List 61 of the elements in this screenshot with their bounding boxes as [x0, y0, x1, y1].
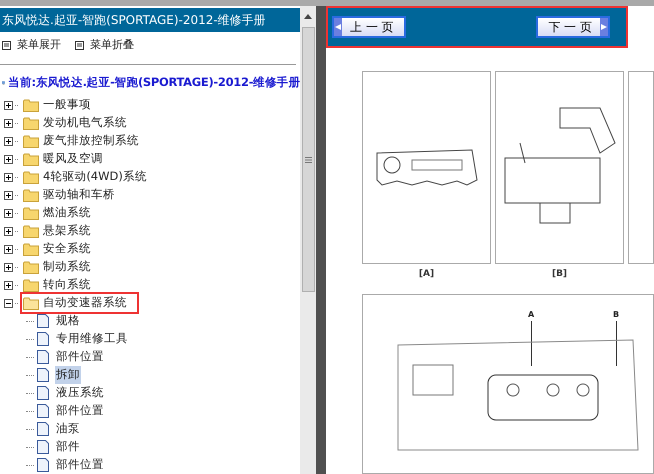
- document-icon: [37, 386, 49, 400]
- panel-title: 东风悦达.起亚-智跑(SPORTAGE)-2012-维修手册: [0, 8, 300, 32]
- figure-caption: [A]: [418, 268, 434, 281]
- folder-icon: [23, 116, 39, 130]
- tree-item[interactable]: 部件: [55, 438, 81, 456]
- tree-item[interactable]: 部件位置: [55, 348, 105, 366]
- tree-item[interactable]: 拆卸: [55, 366, 81, 384]
- scroll-up-icon[interactable]: [304, 14, 312, 19]
- document-icon: [37, 332, 49, 346]
- leader-line: [616, 320, 617, 366]
- folder-icon: [23, 98, 39, 112]
- folder-icon: [23, 224, 39, 238]
- expand-icon[interactable]: [4, 208, 13, 218]
- figure-caption: [B]: [552, 268, 568, 281]
- next-page-button[interactable]: 下 一 页: [536, 16, 610, 38]
- folder-icon: [23, 296, 39, 310]
- expand-icon[interactable]: [4, 118, 13, 128]
- collapse-icon[interactable]: [4, 298, 13, 308]
- expand-icon[interactable]: [4, 100, 13, 110]
- document-icon: [37, 422, 49, 436]
- folder-icon: [23, 260, 39, 274]
- tree-item[interactable]: 专用维修工具: [55, 330, 129, 348]
- expand-icon[interactable]: [4, 190, 13, 200]
- folder-icon: [23, 188, 39, 202]
- document-icon: [37, 314, 49, 328]
- document-icon: [37, 368, 49, 382]
- folder-icon: [23, 134, 39, 148]
- folder-icon: [23, 170, 39, 184]
- tree-item[interactable]: 油泵: [55, 420, 81, 438]
- menu-button[interactable]: 菜单折叠: [75, 36, 134, 54]
- expand-icon[interactable]: [4, 280, 13, 290]
- grip-icon: [304, 156, 312, 162]
- menu-button[interactable]: 菜单展开: [2, 36, 61, 54]
- expand-icon[interactable]: [4, 172, 13, 182]
- list-icon: [2, 40, 11, 50]
- callout-label: B: [613, 308, 620, 320]
- document-icon: [37, 350, 49, 364]
- folder-icon: [23, 278, 39, 292]
- expand-icon[interactable]: [4, 244, 13, 254]
- folder-icon: [23, 242, 39, 256]
- folder-icon: [23, 152, 39, 166]
- scrollbar[interactable]: [300, 6, 316, 474]
- current-path: 当前:东风悦达.起亚-智跑(SPORTAGE)-2012-维修手册: [8, 74, 300, 92]
- tree-item[interactable]: 规格: [55, 312, 81, 330]
- previous-page-button[interactable]: 上 一 页: [332, 16, 406, 38]
- expand-icon[interactable]: [4, 136, 13, 146]
- tree-item[interactable]: 部件位置: [55, 402, 105, 420]
- tree-item[interactable]: 自动变速器系统: [20, 292, 139, 314]
- expand-icon[interactable]: [4, 262, 13, 272]
- leader-line: [530, 320, 532, 366]
- folder-icon: [23, 206, 39, 220]
- callout-label: A: [528, 308, 534, 320]
- tree-item[interactable]: 液压系统: [55, 384, 105, 402]
- document-icon: [37, 440, 49, 454]
- list-icon: [75, 40, 84, 50]
- expand-icon[interactable]: [4, 226, 13, 236]
- document-icon: [37, 404, 49, 418]
- expand-icon[interactable]: [4, 154, 13, 164]
- scrollbar-thumb[interactable]: [302, 27, 314, 292]
- document-icon: [37, 458, 49, 472]
- tree-item[interactable]: 部件位置: [55, 456, 105, 474]
